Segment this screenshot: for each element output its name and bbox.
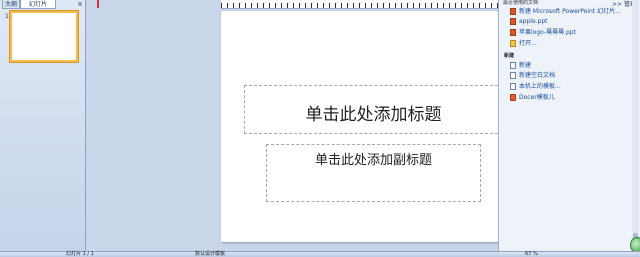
folder-icon — [510, 40, 516, 47]
web-icon — [510, 94, 516, 101]
subtitle-placeholder[interactable]: 单击此处添加副标题 — [266, 144, 481, 202]
slide-pane: 大纲 幻灯片 × 1 — [0, 0, 86, 251]
online-template-item[interactable]: Docer模板儿 — [510, 93, 555, 103]
status-bar: 幻灯片 1 / 1 默认设计模板 67 % — [0, 251, 640, 257]
horizontal-ruler — [221, 0, 527, 9]
recent-item[interactable]: 新建 Microsoft PowerPoint 幻灯片... — [510, 7, 621, 17]
recent-docs-header: 最近使用的文档 — [503, 0, 539, 6]
status-zoom[interactable]: 67 % — [525, 252, 538, 257]
tab-outline[interactable]: 大纲 — [2, 0, 20, 9]
recent-item[interactable]: apple.ppt — [510, 17, 548, 27]
open-file-item[interactable]: 打开... — [510, 39, 537, 49]
recent-item[interactable]: 苹果logo-蓦蓦蓦.ppt — [510, 28, 576, 38]
title-placeholder-text: 单击此处添加标题 — [305, 105, 442, 125]
tab-slides[interactable]: 幻灯片 — [20, 0, 56, 9]
task-pane-scrollbar[interactable] — [632, 0, 639, 251]
ruler-marker — [97, 0, 99, 8]
document-icon — [510, 62, 516, 69]
subtitle-placeholder-text: 单击此处添加副标题 — [314, 153, 432, 168]
ppt-file-icon — [510, 29, 516, 36]
local-template-item[interactable]: 本机上的模板... — [510, 82, 561, 92]
task-pane: 最近使用的文档 >> 管理 新建 Microsoft PowerPoint 幻灯… — [498, 0, 640, 251]
title-placeholder[interactable]: 单击此处添加标题 — [244, 85, 503, 134]
slide-editor: 单击此处添加标题 单击此处添加副标题 — [86, 0, 583, 251]
ppt-file-icon — [510, 18, 516, 25]
status-slide-info: 幻灯片 1 / 1 — [66, 251, 94, 257]
new-blank-item[interactable]: 新建空白文档 — [510, 71, 555, 81]
slide-thumbnail-number: 1 — [5, 13, 9, 20]
document-icon — [510, 72, 516, 79]
ppt-file-icon — [510, 8, 516, 15]
close-icon[interactable]: × — [77, 0, 83, 9]
slide-thumbnail[interactable] — [10, 11, 78, 62]
status-theme: 默认设计模板 — [195, 251, 226, 257]
document-icon — [510, 83, 516, 90]
slide-canvas[interactable]: 单击此处添加标题 单击此处添加副标题 — [221, 11, 527, 242]
new-section-label: 新建 — [504, 53, 515, 59]
new-item[interactable]: 新建 — [510, 61, 531, 71]
